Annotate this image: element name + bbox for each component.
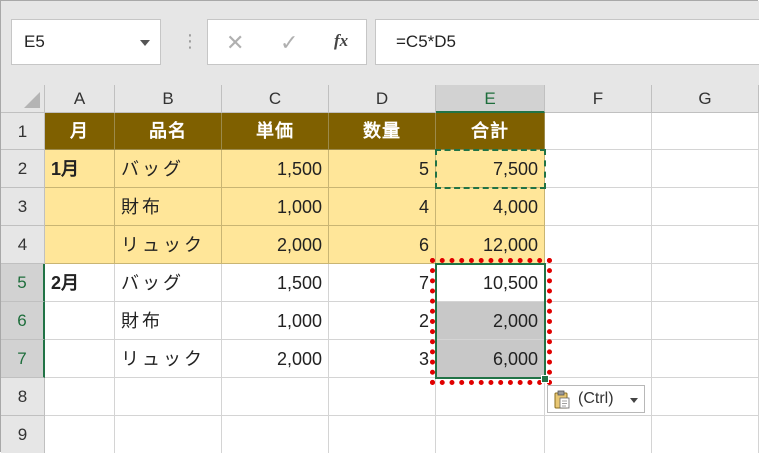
column-header-e[interactable]: E [436, 85, 545, 113]
cell-b5[interactable]: バッグ [115, 264, 222, 302]
cell-g5[interactable] [652, 264, 759, 302]
column-header-f[interactable]: F [545, 85, 652, 113]
cell-e9[interactable] [436, 416, 545, 453]
cell-f7[interactable] [545, 340, 652, 378]
cell-d7[interactable]: 3 [329, 340, 436, 378]
column-header-d[interactable]: D [329, 85, 436, 113]
cell-c4[interactable]: 2,000 [222, 226, 329, 264]
column-header-a[interactable]: A [45, 85, 115, 113]
row-header-4[interactable]: 4 [1, 226, 45, 264]
cell-a2[interactable]: 1月 [45, 150, 115, 188]
formula-input[interactable]: =C5*D5 [375, 19, 759, 65]
cell-e6[interactable]: 2,000 [436, 302, 545, 340]
cell-b6[interactable]: 財布 [115, 302, 222, 340]
header-cell-quantity[interactable]: 数量 [329, 113, 436, 150]
header-cell-total[interactable]: 合計 [436, 113, 545, 150]
name-box-dropdown-icon[interactable] [140, 40, 150, 46]
cell-g6[interactable] [652, 302, 759, 340]
cell-e7[interactable]: 6,000 [436, 340, 545, 378]
cell-e3[interactable]: 4,000 [436, 188, 545, 226]
cell-c5[interactable]: 1,500 [222, 264, 329, 302]
cell-g3[interactable] [652, 188, 759, 226]
excel-window: E5 ⋮ ✕ ✓ fx =C5*D5 A B C D E F G 1 2 3 4… [0, 0, 759, 453]
header-cell-item[interactable]: 品名 [115, 113, 222, 150]
cell-c3[interactable]: 1,000 [222, 188, 329, 226]
cell-f1[interactable] [545, 113, 652, 150]
cell-b3[interactable]: 財布 [115, 188, 222, 226]
cell-d6[interactable]: 2 [329, 302, 436, 340]
row-header-2[interactable]: 2 [1, 150, 45, 188]
cell-g8[interactable] [652, 378, 759, 416]
row-header-1[interactable]: 1 [1, 113, 45, 150]
cell-b2[interactable]: バッグ [115, 150, 222, 188]
cell-d3[interactable]: 4 [329, 188, 436, 226]
column-header-c[interactable]: C [222, 85, 329, 113]
cell-b9[interactable] [115, 416, 222, 453]
cell-b4[interactable]: リュック [115, 226, 222, 264]
fill-handle[interactable] [541, 375, 549, 383]
cell-g1[interactable] [652, 113, 759, 150]
cell-a4[interactable] [45, 226, 115, 264]
cell-a9[interactable] [45, 416, 115, 453]
paste-options-button[interactable]: (Ctrl) [547, 385, 645, 413]
formula-bar: E5 ⋮ ✕ ✓ fx =C5*D5 [1, 1, 759, 85]
column-header-b[interactable]: B [115, 85, 222, 113]
cell-e4[interactable]: 12,000 [436, 226, 545, 264]
row-header-5[interactable]: 5 [1, 264, 45, 302]
confirm-icon[interactable]: ✓ [280, 30, 298, 56]
cell-a8[interactable] [45, 378, 115, 416]
column-header-g[interactable]: G [652, 85, 759, 113]
cell-e8[interactable] [436, 378, 545, 416]
insert-function-icon[interactable]: fx [334, 31, 348, 51]
cell-e5[interactable]: 10,500 [436, 264, 545, 302]
cancel-icon[interactable]: ✕ [226, 30, 244, 56]
formula-bar-grip-icon: ⋮ [181, 31, 199, 51]
cell-c9[interactable] [222, 416, 329, 453]
cell-c6[interactable]: 1,000 [222, 302, 329, 340]
row-header-7[interactable]: 7 [1, 340, 45, 378]
cell-f3[interactable] [545, 188, 652, 226]
cell-d4[interactable]: 6 [329, 226, 436, 264]
cell-a7[interactable] [45, 340, 115, 378]
cell-c8[interactable] [222, 378, 329, 416]
clipboard-icon [554, 390, 570, 409]
paste-options-label: (Ctrl) [578, 390, 614, 407]
cell-a3[interactable] [45, 188, 115, 226]
cell-b7[interactable]: リュック [115, 340, 222, 378]
cell-f4[interactable] [545, 226, 652, 264]
cell-e2[interactable]: 7,500 [436, 150, 545, 188]
chevron-down-icon [630, 398, 638, 403]
formula-bar-buttons: ✕ ✓ fx [207, 19, 367, 65]
cell-d5[interactable]: 7 [329, 264, 436, 302]
cell-g7[interactable] [652, 340, 759, 378]
row-header-3[interactable]: 3 [1, 188, 45, 226]
header-cell-price[interactable]: 単価 [222, 113, 329, 150]
row-header-6[interactable]: 6 [1, 302, 45, 340]
cell-g9[interactable] [652, 416, 759, 453]
cell-d8[interactable] [329, 378, 436, 416]
header-cell-month[interactable]: 月 [45, 113, 115, 150]
select-all-icon [24, 92, 40, 108]
cell-d9[interactable] [329, 416, 436, 453]
cell-a5[interactable]: 2月 [45, 264, 115, 302]
cell-a6[interactable] [45, 302, 115, 340]
cell-f2[interactable] [545, 150, 652, 188]
cell-c2[interactable]: 1,500 [222, 150, 329, 188]
cell-c7[interactable]: 2,000 [222, 340, 329, 378]
row-header-9[interactable]: 9 [1, 416, 45, 453]
formula-text: =C5*D5 [396, 32, 457, 51]
cell-f6[interactable] [545, 302, 652, 340]
row-header-8[interactable]: 8 [1, 378, 45, 416]
cell-f9[interactable] [545, 416, 652, 453]
cell-g4[interactable] [652, 226, 759, 264]
select-all-button[interactable] [1, 85, 45, 113]
cell-f5[interactable] [545, 264, 652, 302]
name-box-value: E5 [24, 32, 45, 51]
cell-d2[interactable]: 5 [329, 150, 436, 188]
cell-g2[interactable] [652, 150, 759, 188]
name-box[interactable]: E5 [11, 19, 161, 65]
cell-b8[interactable] [115, 378, 222, 416]
worksheet-grid[interactable]: A B C D E F G 1 2 3 4 5 6 7 8 9 月 品名 単価 … [1, 85, 759, 453]
